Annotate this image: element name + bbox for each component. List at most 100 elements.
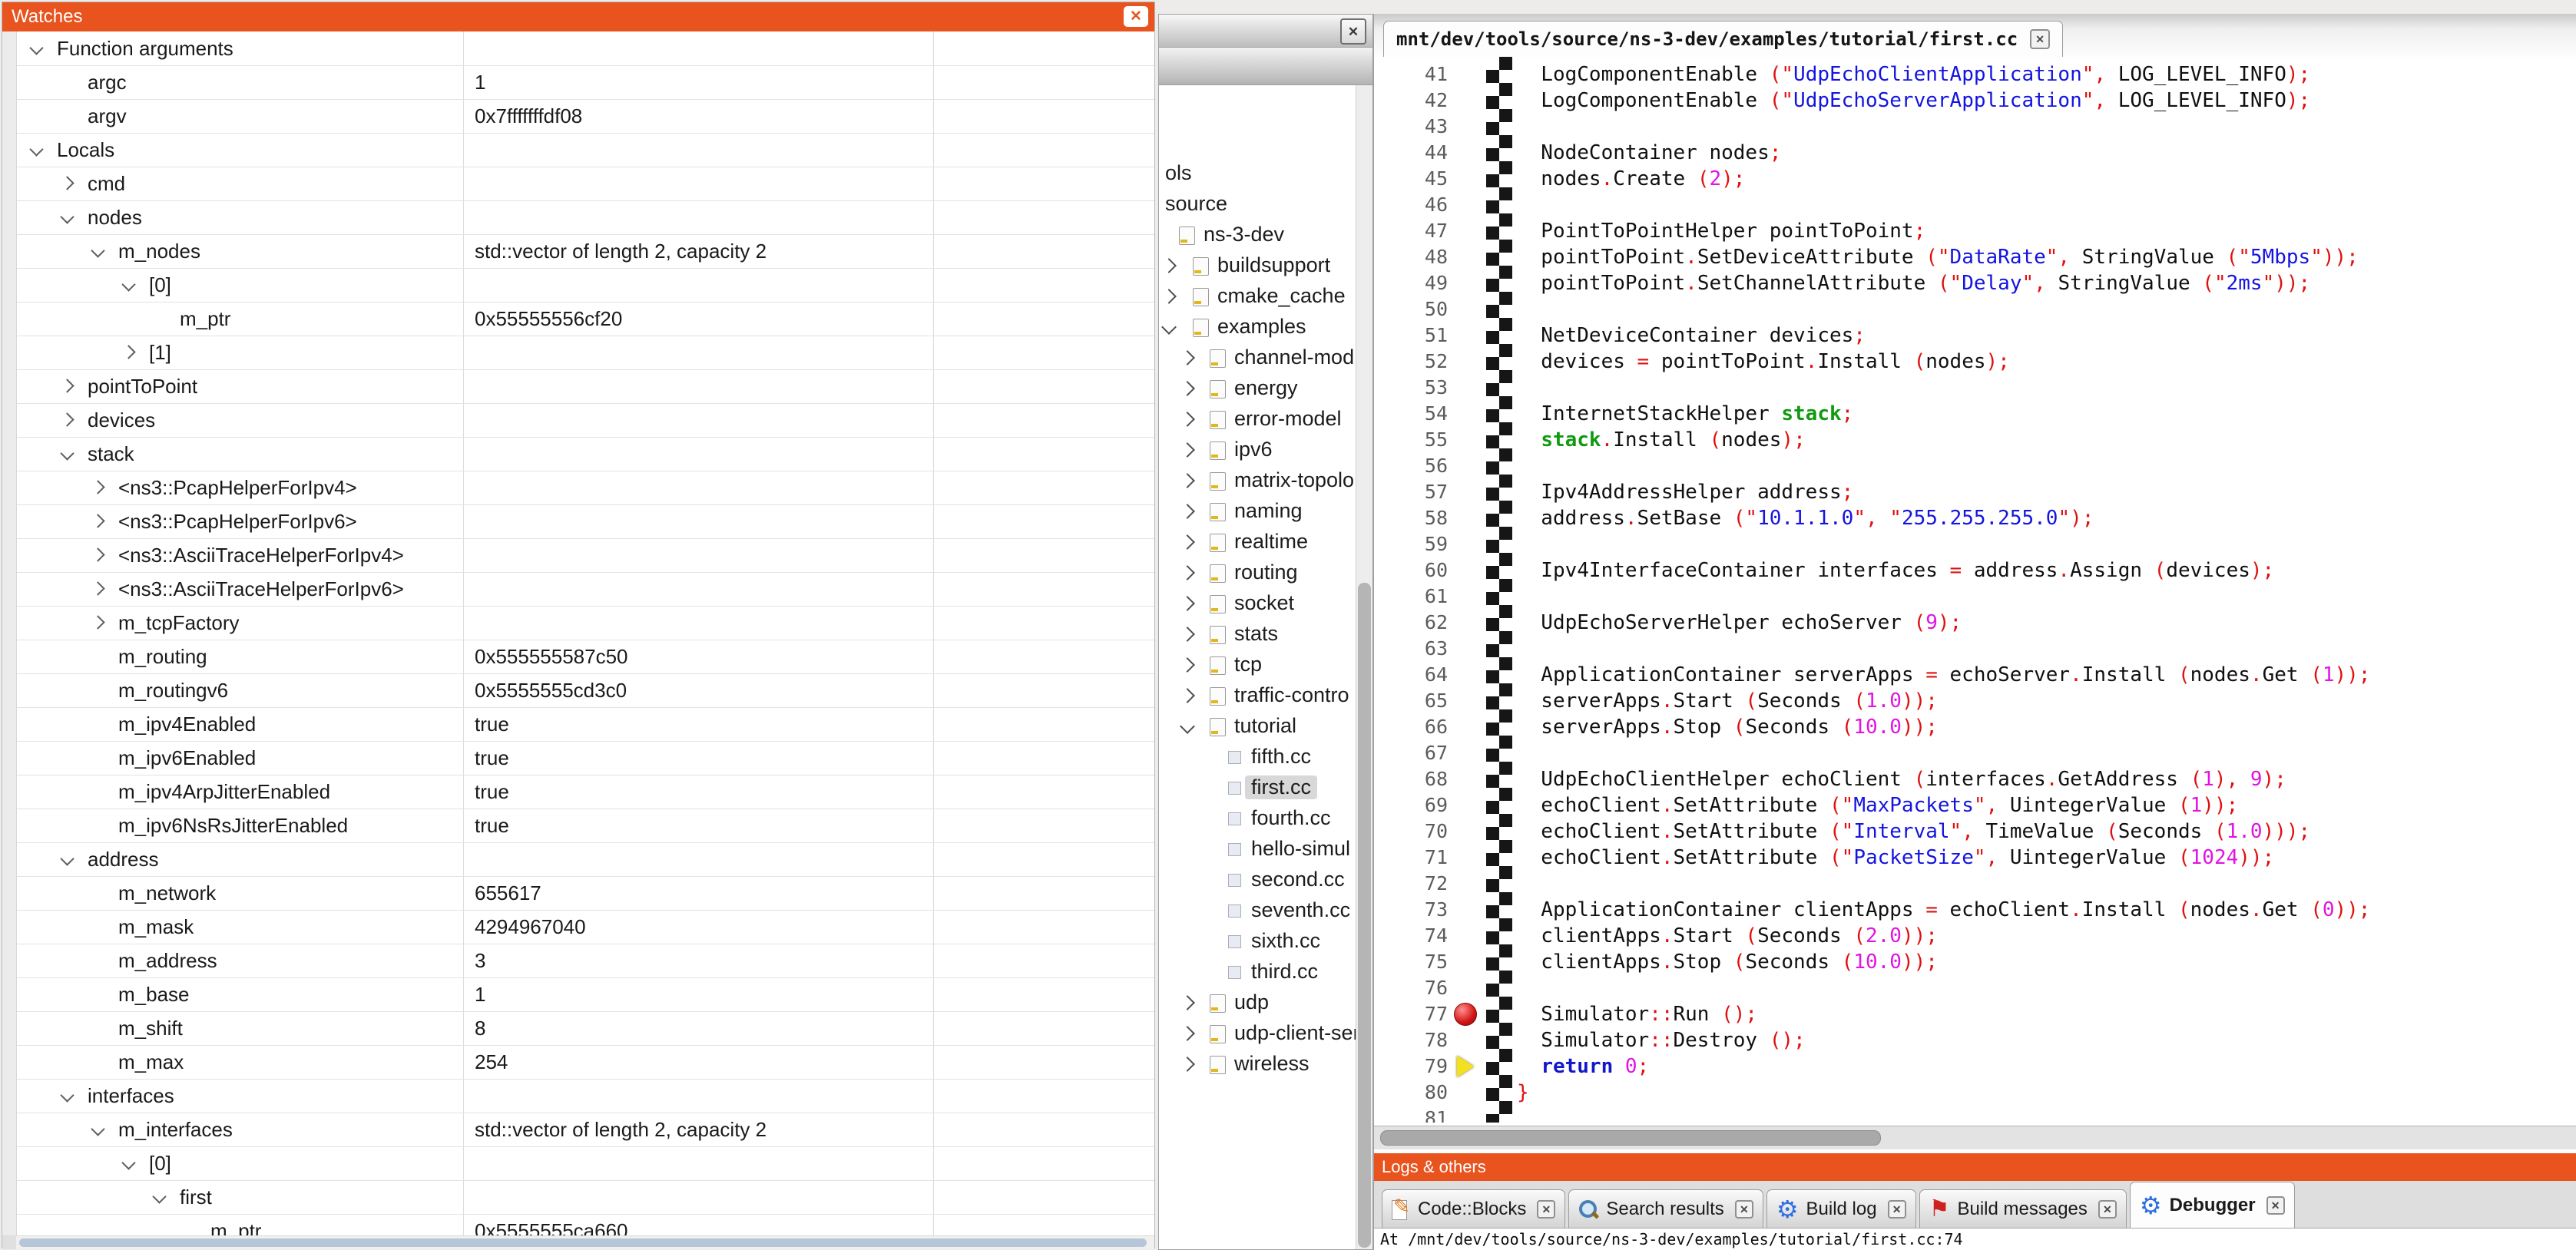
code-line[interactable]: LogComponentEnable ("UdpEchoServerApplic…	[1517, 88, 2310, 114]
line-number[interactable]: 46	[1374, 192, 1448, 218]
line-number[interactable]: 80	[1374, 1080, 1448, 1106]
line-number[interactable]: 54	[1374, 401, 1448, 427]
code-line[interactable]: devices = pointToPoint.Install (nodes);	[1517, 349, 2010, 375]
line-number[interactable]: 68	[1374, 766, 1448, 792]
chevron-down-icon[interactable]	[91, 1122, 104, 1136]
line-number[interactable]: 50	[1374, 296, 1448, 322]
watch-row[interactable]: m_ipv4Enabledtrue	[17, 707, 1154, 742]
chevron-right-icon[interactable]	[1161, 258, 1177, 273]
watch-row[interactable]: m_ptr0x55555556cf20	[17, 302, 1154, 336]
code-line[interactable]: echoClient.SetAttribute ("MaxPackets", U…	[1517, 792, 2238, 818]
code-line[interactable]: NodeContainer nodes;	[1517, 140, 1781, 166]
watch-row[interactable]: m_network655617	[17, 876, 1154, 911]
chevron-right-icon[interactable]	[1180, 412, 1195, 427]
line-number[interactable]: 77	[1374, 1001, 1448, 1027]
line-number[interactable]: 43	[1374, 114, 1448, 140]
watch-row[interactable]: cmd	[17, 167, 1154, 201]
tree-item-sixth-cc[interactable]: sixth.cc	[1159, 926, 1372, 957]
code-line[interactable]: Ipv4AddressHelper address;	[1517, 479, 1853, 505]
editor-horizontal-scrollbar[interactable]	[1374, 1126, 2576, 1149]
watches-hscroll-thumb[interactable]	[19, 1238, 1147, 1247]
editor-body[interactable]: 41 LogComponentEnable ("UdpEchoClientApp…	[1374, 57, 2576, 1123]
watch-row[interactable]: Function arguments	[17, 31, 1154, 66]
code-line[interactable]: pointToPoint.SetChannelAttribute ("Delay…	[1517, 270, 2310, 296]
code-line[interactable]: }	[1517, 1080, 1529, 1106]
code-line[interactable]: clientApps.Stop (Seconds (10.0));	[1517, 949, 1938, 975]
line-number[interactable]: 75	[1374, 949, 1448, 975]
chevron-down-icon[interactable]	[121, 1156, 135, 1169]
line-number[interactable]: 79	[1374, 1053, 1448, 1080]
code-line[interactable]: PointToPointHelper pointToPoint;	[1517, 218, 1925, 244]
code-line[interactable]: InternetStackHelper stack;	[1517, 401, 1853, 427]
logs-titlebar[interactable]: Logs & others	[1374, 1153, 2576, 1181]
log-tab-close-button[interactable]: ✕	[1735, 1200, 1753, 1219]
line-number[interactable]: 56	[1374, 453, 1448, 479]
log-tab-build-messages[interactable]: ⚑Build messages✕	[1919, 1189, 2127, 1228]
code-line[interactable]: echoClient.SetAttribute ("PacketSize", U…	[1517, 845, 2274, 871]
code-line[interactable]: return 0;	[1517, 1053, 1649, 1080]
code-line[interactable]: ApplicationContainer serverApps = echoSe…	[1517, 662, 2370, 688]
tree-item-seventh-cc[interactable]: seventh.cc	[1159, 895, 1372, 926]
code-line[interactable]: stack.Install (nodes);	[1517, 427, 1806, 453]
watch-row[interactable]: m_routingv60x5555555cd3c0	[17, 673, 1154, 708]
line-number[interactable]: 81	[1374, 1106, 1448, 1123]
code-line[interactable]: UdpEchoClientHelper echoClient (interfac…	[1517, 766, 2286, 792]
chevron-down-icon[interactable]	[29, 41, 43, 55]
line-number[interactable]: 52	[1374, 349, 1448, 375]
watch-row[interactable]: m_max254	[17, 1045, 1154, 1080]
tree-item-cmake-cache[interactable]: cmake_cache	[1159, 281, 1372, 312]
editor-tab-first-cc[interactable]: mnt/dev/tools/source/ns-3-dev/examples/t…	[1383, 21, 2063, 57]
chevron-down-icon[interactable]	[152, 1189, 166, 1203]
tree-item-fifth-cc[interactable]: fifth.cc	[1159, 742, 1372, 772]
line-number[interactable]: 42	[1374, 88, 1448, 114]
chevron-down-icon[interactable]	[1180, 719, 1195, 734]
code-line[interactable]: address.SetBase ("10.1.1.0", "255.255.25…	[1517, 505, 2094, 531]
chevron-down-icon[interactable]	[121, 277, 135, 291]
code-line[interactable]: NetDeviceContainer devices;	[1517, 322, 1866, 349]
tree-item-first-cc[interactable]: first.cc	[1159, 772, 1372, 803]
chevron-right-icon[interactable]	[91, 615, 104, 629]
chevron-right-icon[interactable]	[121, 345, 135, 359]
watch-row[interactable]: [0]	[17, 268, 1154, 303]
tree-item-traffic-contro[interactable]: traffic-contro	[1159, 680, 1372, 711]
code-line[interactable]: clientApps.Start (Seconds (2.0));	[1517, 923, 1938, 949]
line-number[interactable]: 64	[1374, 662, 1448, 688]
line-number[interactable]: 71	[1374, 845, 1448, 871]
line-number[interactable]: 72	[1374, 871, 1448, 897]
chevron-down-icon[interactable]	[60, 852, 74, 865]
tree-item-tcp[interactable]: tcp	[1159, 650, 1372, 680]
code-line[interactable]: ApplicationContainer clientApps = echoCl…	[1517, 897, 2370, 923]
watch-row[interactable]: first	[17, 1180, 1154, 1215]
watch-row[interactable]: <ns3::PcapHelperForIpv4>	[17, 471, 1154, 505]
watch-row[interactable]: m_mask4294967040	[17, 910, 1154, 944]
chevron-right-icon[interactable]	[60, 379, 74, 392]
line-number[interactable]: 69	[1374, 792, 1448, 818]
chevron-right-icon[interactable]	[91, 581, 104, 595]
code-line[interactable]: serverApps.Start (Seconds (1.0));	[1517, 688, 1938, 714]
chevron-right-icon[interactable]	[1180, 473, 1195, 488]
tree-item-realtime[interactable]: realtime	[1159, 527, 1372, 557]
chevron-right-icon[interactable]	[1180, 627, 1195, 642]
projects-close-button[interactable]: ✕	[1340, 18, 1366, 45]
chevron-down-icon[interactable]	[60, 210, 74, 223]
code-line[interactable]: echoClient.SetAttribute ("Interval", Tim…	[1517, 818, 2310, 845]
line-number[interactable]: 67	[1374, 740, 1448, 766]
chevron-right-icon[interactable]	[1180, 381, 1195, 396]
tree-item-udp-client-ser[interactable]: udp-client-ser	[1159, 1018, 1372, 1049]
chevron-right-icon[interactable]	[91, 514, 104, 527]
watch-row[interactable]: m_ipv6NsRsJitterEnabledtrue	[17, 809, 1154, 843]
watch-row[interactable]: m_address3	[17, 944, 1154, 978]
tree-item-source[interactable]: source	[1159, 189, 1372, 220]
line-number[interactable]: 57	[1374, 479, 1448, 505]
chevron-down-icon[interactable]	[91, 243, 104, 257]
tree-item-third-cc[interactable]: third.cc	[1159, 957, 1372, 987]
tree-item-second-cc[interactable]: second.cc	[1159, 865, 1372, 895]
code-line[interactable]: serverApps.Stop (Seconds (10.0));	[1517, 714, 1938, 740]
line-number[interactable]: 63	[1374, 636, 1448, 662]
log-tab-close-button[interactable]: ✕	[1888, 1200, 1906, 1219]
watches-titlebar[interactable]: Watches ✕	[2, 2, 1154, 31]
chevron-down-icon[interactable]	[29, 142, 43, 156]
chevron-right-icon[interactable]	[1180, 350, 1195, 365]
chevron-right-icon[interactable]	[1180, 657, 1195, 673]
watch-row[interactable]: <ns3::AsciiTraceHelperForIpv6>	[17, 572, 1154, 607]
